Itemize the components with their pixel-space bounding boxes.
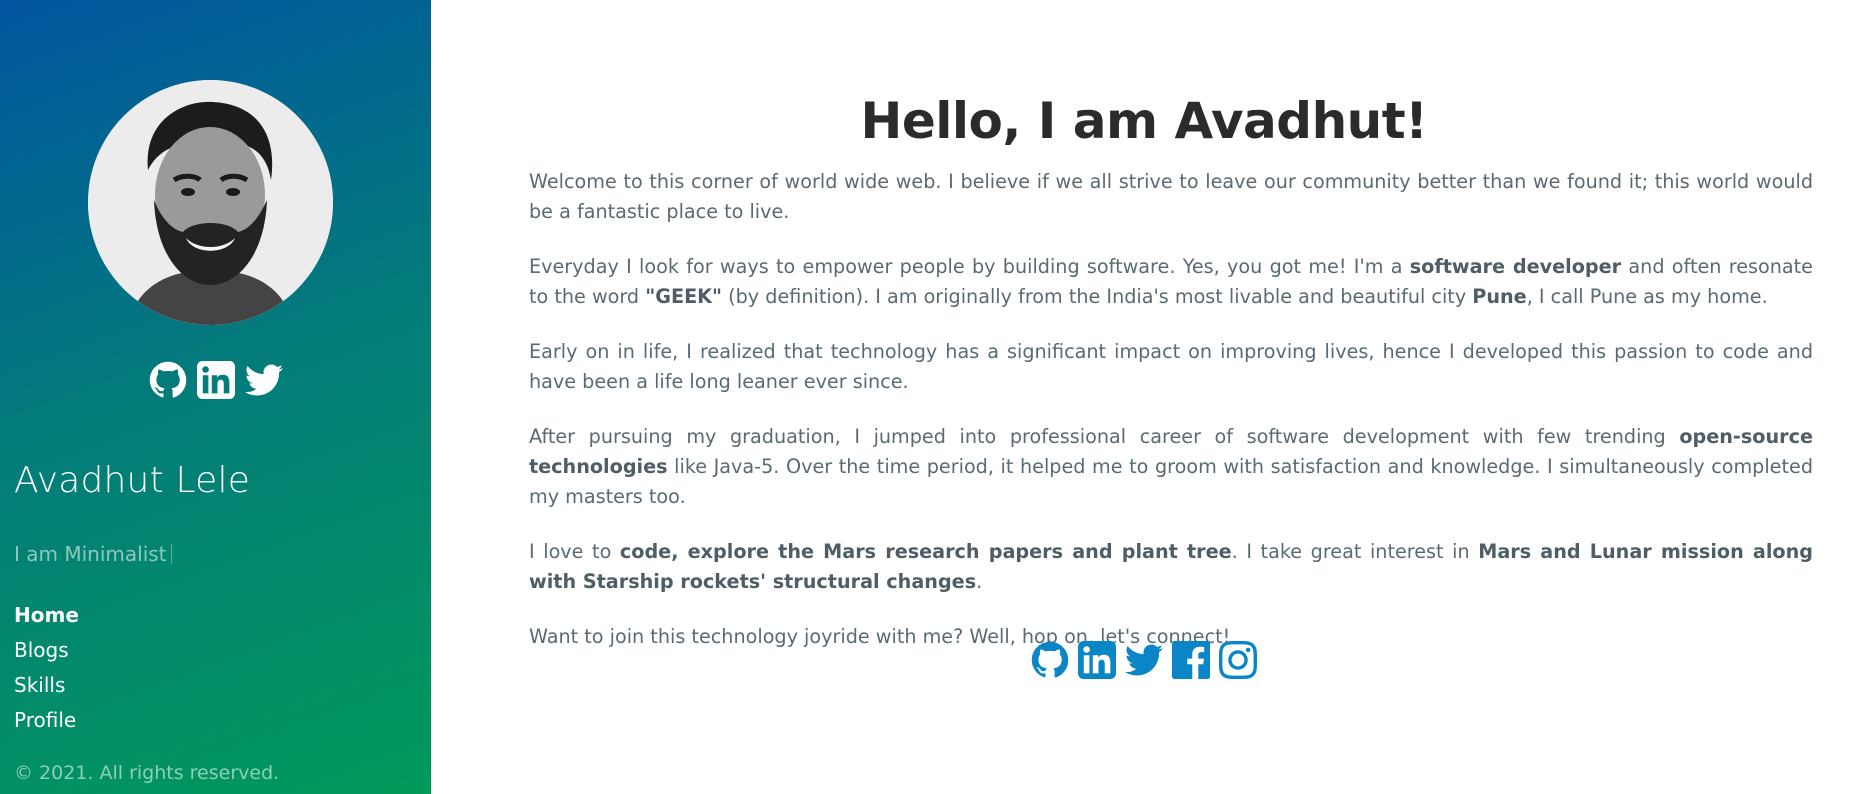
sidebar-social-links <box>0 360 431 400</box>
facebook-icon[interactable] <box>1171 640 1211 680</box>
sidebar: Avadhut Lele I am Minimalist Home Blogs … <box>0 0 431 794</box>
avatar-photo <box>88 80 333 325</box>
text-segment: (by definition). I am originally from th… <box>722 285 1473 308</box>
page-layout: Avadhut Lele I am Minimalist Home Blogs … <box>0 0 1857 794</box>
text-segment: After pursuing my graduation, I jumped i… <box>529 425 1680 448</box>
text-segment: Everyday I look for ways to empower peop… <box>529 255 1410 278</box>
page-title: Hello, I am Avadhut! <box>860 92 1428 150</box>
instagram-icon[interactable] <box>1218 640 1258 680</box>
paragraph-career: After pursuing my graduation, I jumped i… <box>529 422 1813 512</box>
about-text: Welcome to this corner of world wide web… <box>529 167 1813 677</box>
bold-segment: software developer <box>1409 255 1622 278</box>
nav-item-skills[interactable]: Skills <box>14 668 79 703</box>
paragraph-passion: Early on in life, I realized that techno… <box>529 340 1813 393</box>
main-content: Hello, I am Avadhut! Welcome to this cor… <box>431 0 1857 794</box>
nav-item-profile[interactable]: Profile <box>14 703 79 738</box>
main-social-links <box>431 640 1857 680</box>
profile-name: Avadhut Lele <box>14 460 251 501</box>
bold-segment: Pune <box>1472 285 1527 308</box>
linkedin-icon[interactable] <box>196 360 236 400</box>
paragraph-interests: I love to code, explore the Mars researc… <box>529 537 1813 597</box>
avatar <box>88 80 333 325</box>
twitter-icon[interactable] <box>244 360 284 400</box>
bold-segment: "GEEK" <box>645 285 723 308</box>
tagline-text: I am Minimalist <box>14 542 167 566</box>
twitter-icon[interactable] <box>1124 640 1164 680</box>
typing-cursor <box>170 544 172 564</box>
bold-segment: code, explore the Mars research papers a… <box>619 540 1232 563</box>
text-segment: I love to <box>529 540 620 563</box>
text-segment: , I call Pune as my home. <box>1526 285 1768 308</box>
github-icon[interactable] <box>1030 640 1070 680</box>
copyright: © 2021. All rights reserved. <box>14 762 280 784</box>
text-segment: . <box>976 570 983 593</box>
linkedin-icon[interactable] <box>1077 640 1117 680</box>
paragraph-welcome: Welcome to this corner of world wide web… <box>529 170 1813 223</box>
paragraph-software-developer: Everyday I look for ways to empower peop… <box>529 252 1813 312</box>
text-segment: like Java-5. Over the time period, it he… <box>529 455 1813 508</box>
text-segment: . I take great interest in <box>1231 540 1479 563</box>
nav-item-blogs[interactable]: Blogs <box>14 633 79 668</box>
profile-tagline: I am Minimalist <box>14 542 172 566</box>
github-icon[interactable] <box>148 360 188 400</box>
nav-item-home[interactable]: Home <box>14 598 79 633</box>
sidebar-nav: Home Blogs Skills Profile <box>14 598 79 738</box>
